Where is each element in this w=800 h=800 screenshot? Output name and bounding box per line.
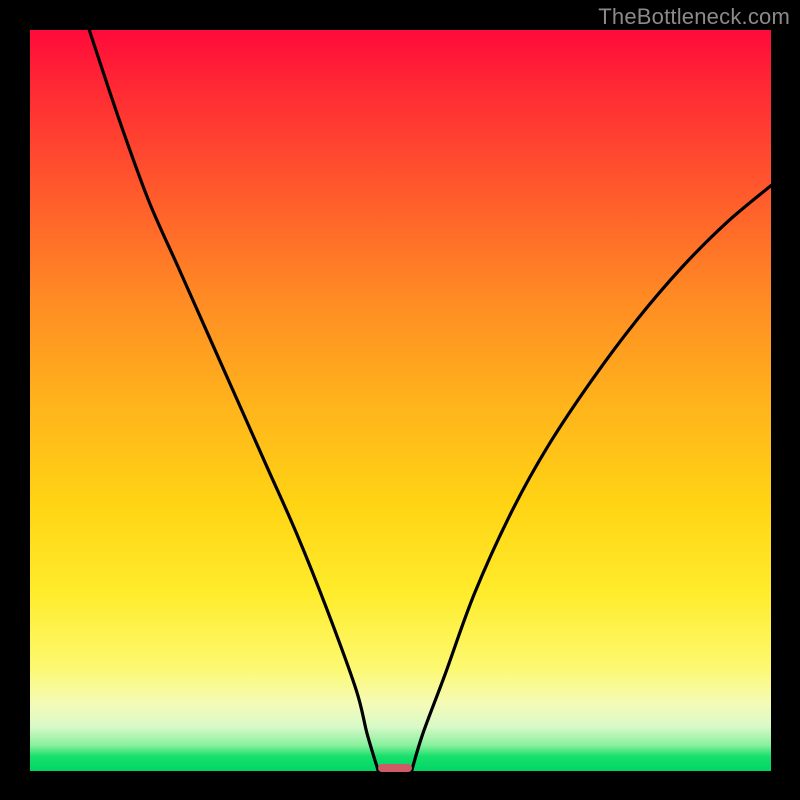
- minimum-marker: [378, 764, 411, 773]
- watermark-text: TheBottleneck.com: [598, 4, 790, 30]
- outer-frame: TheBottleneck.com: [0, 0, 800, 800]
- left-curve: [89, 30, 378, 771]
- plot-area: [30, 30, 771, 771]
- curve-layer: [30, 30, 771, 771]
- right-curve: [412, 186, 771, 771]
